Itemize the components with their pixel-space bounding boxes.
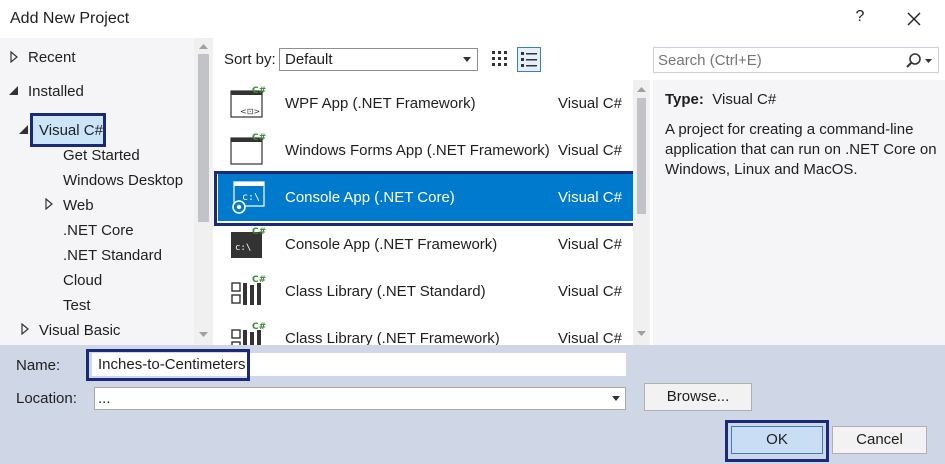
template-row[interactable]: C# Windows Forms App (.NET Framework) Vi… — [218, 127, 633, 174]
svg-text:C#: C# — [252, 86, 266, 96]
sort-by-value: Default — [285, 51, 333, 68]
template-description: A project for creating a command-line ap… — [665, 121, 937, 178]
scrollbar-thumb[interactable] — [637, 98, 646, 214]
template-name: Class Library (.NET Framework) — [285, 330, 500, 345]
tree-scrollbar[interactable] — [194, 38, 213, 345]
chevron-down-icon — [463, 57, 471, 62]
tree-item-web[interactable]: Web — [63, 197, 94, 214]
collapse-down-icon[interactable] — [18, 124, 30, 136]
list-view-icon — [521, 52, 537, 67]
template-name: Console App (.NET Framework) — [285, 236, 498, 253]
scrollbar-thumb[interactable] — [198, 54, 209, 222]
template-row[interactable]: <⊡> C# WPF App (.NET Framework) Visual C… — [218, 80, 633, 127]
class-library-icon: C# — [231, 322, 266, 345]
tree-item-net-standard[interactable]: .NET Standard — [63, 247, 162, 264]
template-name: WPF App (.NET Framework) — [285, 95, 476, 112]
scroll-down-icon[interactable] — [636, 330, 647, 338]
sort-by-label: Sort by: — [224, 51, 276, 68]
name-label: Name: — [16, 357, 61, 374]
search-box[interactable] — [653, 47, 939, 73]
template-row[interactable]: C# Class Library (.NET Framework) Visual… — [218, 315, 633, 345]
collapse-down-icon[interactable] — [8, 85, 20, 97]
sort-by-dropdown[interactable]: Default — [279, 48, 478, 71]
tree-item-visual-basic[interactable]: Visual Basic — [39, 322, 120, 339]
chevron-down-icon — [612, 396, 620, 401]
medium-icons-view-button[interactable] — [517, 47, 541, 72]
expand-right-icon[interactable] — [8, 51, 20, 63]
title-bar: Add New Project ? — [0, 0, 945, 38]
winforms-app-icon: C# — [230, 133, 266, 165]
template-row[interactable]: C# Class Library (.NET Standard) Visual … — [218, 268, 633, 315]
tree-item-windows-desktop[interactable]: Windows Desktop — [63, 172, 183, 189]
tree-item-recent[interactable]: Recent — [28, 49, 76, 66]
browse-button[interactable]: Browse... — [644, 383, 752, 411]
template-description-panel: Type: Visual C# A project for creating a… — [653, 80, 945, 345]
search-input[interactable] — [658, 51, 898, 69]
tree-item-installed[interactable]: Installed — [28, 83, 84, 100]
template-selection-highlight — [214, 171, 637, 226]
tree-selection-highlight — [30, 113, 106, 147]
template-row[interactable]: c:\ C# Console App (.NET Framework) Visu… — [218, 221, 633, 268]
template-type: Type: Visual C# — [665, 91, 776, 108]
location-value: ... — [98, 390, 111, 407]
svg-text:C#: C# — [252, 227, 266, 237]
scroll-up-icon[interactable] — [198, 42, 209, 50]
location-label: Location: — [16, 390, 77, 407]
class-library-icon: C# — [231, 275, 266, 305]
template-language: Visual C# — [558, 330, 622, 345]
search-options-button[interactable] — [904, 52, 934, 70]
ok-button-highlight — [725, 420, 829, 462]
template-language: Visual C# — [558, 236, 622, 253]
template-tree: Recent Installed Visual C# Get Started W… — [0, 38, 213, 345]
wpf-app-icon: <⊡> C# — [230, 86, 266, 118]
template-name: Windows Forms App (.NET Framework) — [285, 142, 550, 159]
search-icon — [906, 53, 932, 68]
location-dropdown[interactable]: ... — [94, 387, 626, 410]
tree-item-cloud[interactable]: Cloud — [63, 272, 102, 289]
svg-text:C#: C# — [252, 322, 266, 332]
help-button[interactable]: ? — [850, 8, 870, 26]
type-label: Type: — [665, 91, 704, 108]
type-value: Visual C# — [712, 91, 777, 108]
expand-right-icon[interactable] — [19, 323, 31, 335]
grid-view-icon — [492, 51, 507, 66]
svg-text:c:\: c:\ — [235, 243, 251, 253]
name-field-highlight — [86, 349, 250, 381]
template-language: Visual C# — [558, 283, 622, 300]
svg-text:C#: C# — [252, 133, 266, 143]
template-language: Visual C# — [558, 95, 622, 112]
template-language: Visual C# — [558, 142, 622, 159]
close-icon — [907, 12, 921, 26]
cancel-button[interactable]: Cancel — [832, 426, 927, 454]
scroll-down-icon[interactable] — [198, 331, 209, 339]
dialog-title: Add New Project — [10, 10, 130, 27]
close-button[interactable] — [900, 6, 928, 32]
tree-item-test[interactable]: Test — [63, 297, 91, 314]
project-settings-bar: Name: Inches-to-Centimeters Location: ..… — [0, 345, 945, 464]
scroll-up-icon[interactable] — [636, 85, 647, 93]
tree-item-net-core[interactable]: .NET Core — [63, 222, 134, 239]
small-icons-view-button[interactable] — [488, 47, 512, 72]
expand-right-icon[interactable] — [43, 198, 55, 210]
template-name: Class Library (.NET Standard) — [285, 283, 486, 300]
console-framework-icon: c:\ C# — [231, 227, 266, 258]
svg-text:C#: C# — [252, 275, 266, 285]
template-list-scrollbar[interactable] — [633, 80, 650, 345]
svg-text:<⊡>: <⊡> — [240, 107, 260, 116]
tree-item-get-started[interactable]: Get Started — [63, 147, 140, 164]
